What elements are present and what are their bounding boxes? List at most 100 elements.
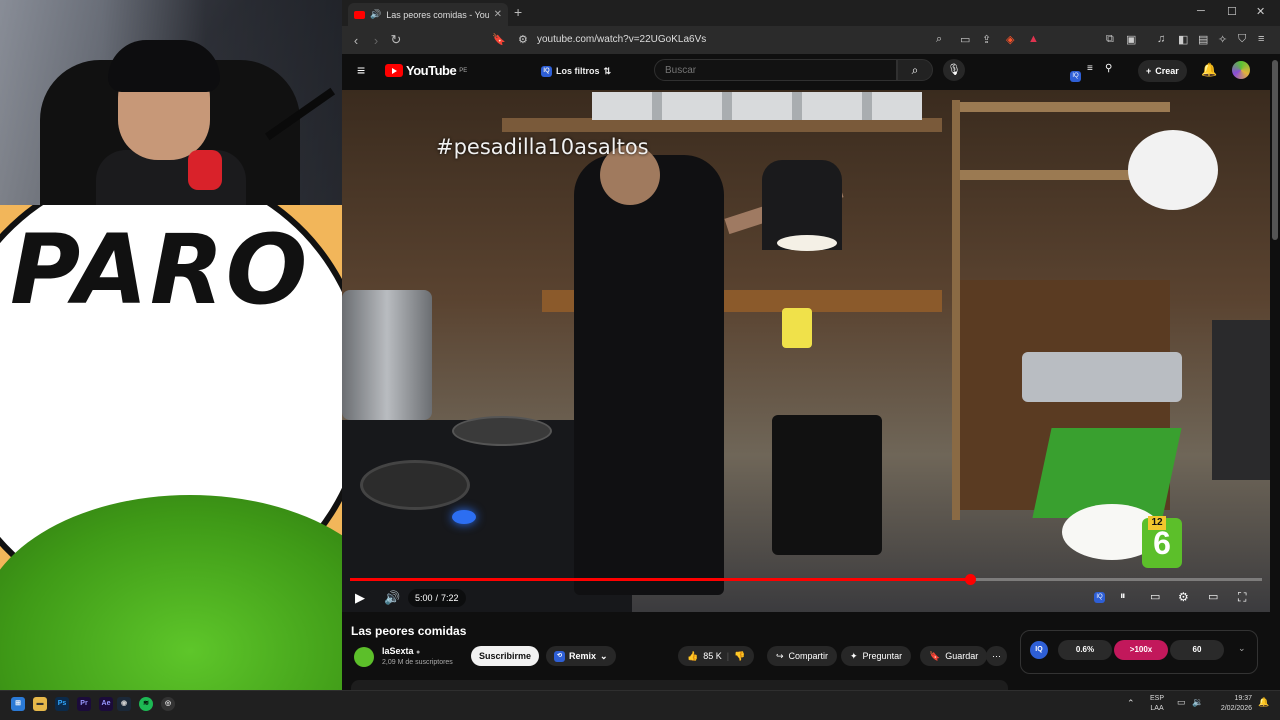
filter-icon[interactable]: ⚲ xyxy=(1105,63,1112,74)
remix-button[interactable]: ⟲ Remix ⌄ xyxy=(546,646,616,666)
trash-bin xyxy=(772,415,882,555)
remix-label: Remix xyxy=(569,651,597,661)
list-icon[interactable]: ≡ xyxy=(1087,63,1093,74)
close-window-icon[interactable]: ✕ xyxy=(1256,5,1265,18)
reload-icon[interactable]: ↻ xyxy=(386,32,406,48)
clock[interactable]: 19:37 2/02/2026 xyxy=(1210,694,1252,714)
iq-player-icon[interactable]: IQ xyxy=(1094,590,1105,603)
volume-icon[interactable]: 🔊 xyxy=(384,590,400,606)
subtitles-icon[interactable]: ▭ xyxy=(1150,590,1160,603)
language-code: ESP xyxy=(1150,695,1165,702)
back-icon[interactable]: ‹ xyxy=(346,33,366,48)
paper-towel-roll xyxy=(1128,130,1218,210)
gas-flame xyxy=(452,510,476,524)
stacked-plates xyxy=(592,92,922,120)
keyboard-layout: LAA xyxy=(1150,705,1164,712)
thumbs-down-icon[interactable]: 👎 xyxy=(734,651,745,662)
spotify-icon[interactable]: ≋ xyxy=(139,697,153,711)
play-icon[interactable]: ▶ xyxy=(355,590,365,606)
time-separator: / xyxy=(435,593,439,603)
obs-icon[interactable]: ◎ xyxy=(161,697,175,711)
brave-shield-icon[interactable]: ◈ xyxy=(1006,33,1014,46)
youtube-logo[interactable]: YouTube PE xyxy=(385,63,467,78)
hamburger-menu-icon[interactable]: ≡ xyxy=(357,62,365,78)
description-box[interactable] xyxy=(351,680,1008,690)
thumbs-up-icon[interactable]: 👍 xyxy=(687,651,698,662)
age-rating-badge: 12 xyxy=(1148,516,1166,530)
tray-chevron-icon[interactable]: ⌃ xyxy=(1127,698,1135,709)
zoom-icon[interactable]: ⌕ xyxy=(936,33,942,46)
frying-pan xyxy=(360,460,470,510)
iq-stat-score: 60 xyxy=(1170,640,1224,660)
subscribe-button[interactable]: Suscribirme xyxy=(471,646,539,666)
file-explorer-icon[interactable]: ▬ xyxy=(33,697,47,711)
yellow-container xyxy=(782,308,812,348)
iq-tools-icon[interactable]: IQ xyxy=(1070,64,1081,82)
create-label: Crear xyxy=(1155,66,1179,76)
iq-stat-outlier: >100x xyxy=(1114,640,1168,660)
after-effects-icon[interactable]: Ae xyxy=(99,697,113,711)
more-actions-icon[interactable]: ⋯ xyxy=(986,646,1007,666)
steam-icon[interactable]: ◉ xyxy=(117,697,131,711)
premiere-icon[interactable]: Pr xyxy=(77,697,91,711)
share-button[interactable]: ↪ Compartir xyxy=(767,646,838,666)
plus-icon: + xyxy=(1146,66,1152,76)
fullscreen-icon[interactable]: ⛶ xyxy=(1238,590,1246,605)
chef-figure xyxy=(574,155,724,595)
sink xyxy=(1022,352,1182,402)
right-shelf-top xyxy=(960,102,1170,112)
ask-button[interactable]: ✦ Preguntar xyxy=(841,646,912,666)
brave-rewards-icon[interactable]: ▲ xyxy=(1028,33,1039,45)
speaker-icon[interactable]: 🔊 xyxy=(370,9,381,20)
maximize-icon[interactable]: ☐ xyxy=(1227,5,1237,18)
minimize-icon[interactable]: ─ xyxy=(1197,5,1205,17)
voice-search-icon[interactable]: 🎙 xyxy=(943,59,965,81)
second-pan xyxy=(452,416,552,446)
network-icon[interactable]: ▭ xyxy=(1177,697,1186,708)
channel-avatar[interactable] xyxy=(354,647,374,667)
notifications-bell-icon[interactable]: 🔔 xyxy=(1201,62,1217,78)
windows-start-icon[interactable]: ⊞ xyxy=(11,697,25,711)
url-field[interactable]: youtube.com/watch?v=22UGoKLa6Vs xyxy=(537,34,706,45)
settings-gear-icon[interactable]: ⚙ xyxy=(1178,590,1189,604)
channel-name[interactable]: laSexta ● xyxy=(382,646,420,656)
language-indicator[interactable]: ESP LAA xyxy=(1150,694,1164,714)
account-avatar[interactable] xyxy=(1232,61,1250,79)
filters-button[interactable]: IQ Los filtros ⇅ xyxy=(535,61,617,81)
autoplay-toggle-icon[interactable]: ⏸ xyxy=(1120,590,1126,603)
like-dislike-button[interactable]: 👍 85 K | 👎 xyxy=(678,646,755,666)
verified-icon: ● xyxy=(416,649,421,656)
youtube-play-logo-icon xyxy=(385,64,403,77)
cast-icon[interactable]: ▭ xyxy=(960,33,970,46)
wallet-icon[interactable]: ▤ xyxy=(1198,33,1208,46)
media-icon[interactable]: ♫ xyxy=(1157,33,1165,45)
save-button[interactable]: 🔖 Guardar xyxy=(920,646,988,666)
vpn-icon[interactable]: ⛉ xyxy=(1238,33,1246,46)
notification-center-icon[interactable]: 🔔 xyxy=(1258,697,1269,708)
forward-icon[interactable]: › xyxy=(366,33,386,48)
tab-youtube[interactable]: 🔊 Las peores comidas - YouTube ✕ xyxy=(348,3,508,26)
ai-icon[interactable]: ✧ xyxy=(1218,33,1227,46)
search-icon[interactable]: ⌕ xyxy=(897,59,933,81)
photoshop-icon[interactable]: Ps xyxy=(55,697,69,711)
progress-bar[interactable] xyxy=(350,574,1262,585)
video-player[interactable]: #pesadilla10asaltos 6 12 ▶ 🔊 5:00 / 7:22… xyxy=(342,90,1270,612)
search-input[interactable] xyxy=(654,59,897,81)
theater-mode-icon[interactable]: ▭ xyxy=(1208,590,1218,603)
close-tab-icon[interactable]: ✕ xyxy=(494,9,502,20)
bookmark-save-icon: 🔖 xyxy=(929,650,941,661)
extensions-icon[interactable]: ⧉ xyxy=(1106,33,1114,46)
panel-icon[interactable]: ◧ xyxy=(1178,33,1188,46)
share-icon[interactable]: ⇪ xyxy=(982,33,991,46)
volume-tray-icon[interactable]: 🔉 xyxy=(1192,697,1203,708)
sidebar-icon[interactable]: ▣ xyxy=(1126,33,1136,46)
bookmark-icon[interactable]: 🔖 xyxy=(492,33,506,46)
menu-icon[interactable]: ≡ xyxy=(1258,33,1264,45)
subscriber-count: 2,09 M de suscriptores xyxy=(382,659,453,666)
site-info-icon[interactable]: ⚙ xyxy=(518,33,528,46)
new-tab-button[interactable]: + xyxy=(514,4,522,20)
create-button[interactable]: + Crear xyxy=(1138,60,1187,82)
page-scrollbar[interactable] xyxy=(1272,60,1278,240)
iq-logo-icon: IQ xyxy=(1030,641,1048,659)
iq-expand-chevron-icon[interactable]: ⌄ xyxy=(1238,643,1246,654)
